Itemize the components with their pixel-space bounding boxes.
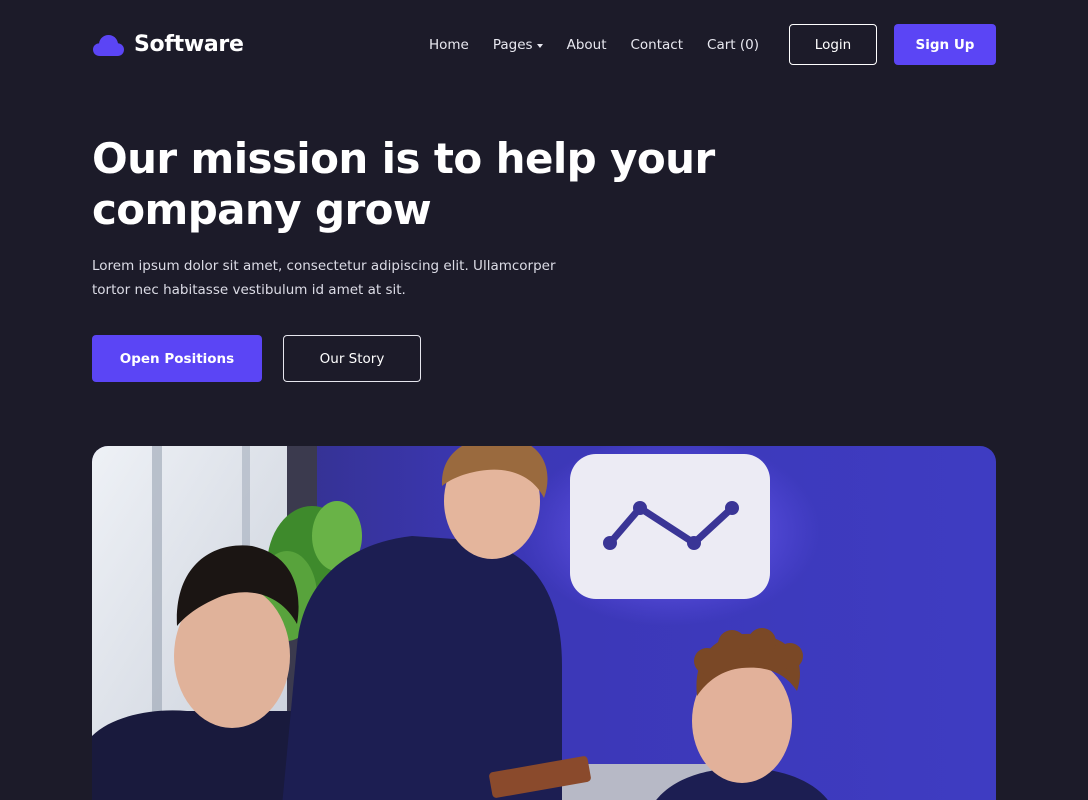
hero-cta-group: Open Positions Our Story — [92, 335, 421, 382]
nav-right: Home Pages About Contact Cart (0) Login … — [429, 24, 996, 65]
hero-description: Lorem ipsum dolor sit amet, consectetur … — [92, 254, 562, 302]
top-navigation: Software Home Pages About Contact Cart (… — [92, 24, 996, 65]
nav-link-about[interactable]: About — [567, 37, 607, 53]
nav-link-cart[interactable]: Cart (0) — [707, 37, 759, 53]
hero-title: Our mission is to help your company grow — [92, 133, 732, 235]
login-button[interactable]: Login — [789, 24, 877, 65]
brand-name: Software — [134, 32, 244, 57]
hero-title-line-2: company grow — [92, 185, 432, 234]
cloud-icon — [92, 33, 125, 57]
hero-description-line-2: tortor nec habitasse vestibulum id amet … — [92, 282, 406, 298]
nav-link-pages[interactable]: Pages — [493, 37, 543, 53]
signup-button[interactable]: Sign Up — [894, 24, 996, 65]
hero-team-photo — [92, 446, 996, 800]
hero-title-line-1: Our mission is to help your — [92, 134, 715, 183]
nav-link-home[interactable]: Home — [429, 37, 469, 53]
open-positions-button[interactable]: Open Positions — [92, 335, 262, 382]
brand-logo[interactable]: Software — [92, 32, 244, 57]
nav-link-pages-label: Pages — [492, 36, 533, 53]
nav-links: Home Pages About Contact Cart (0) — [429, 37, 759, 53]
nav-link-contact[interactable]: Contact — [631, 37, 684, 53]
our-story-button[interactable]: Our Story — [283, 335, 421, 382]
hero-description-line-1: Lorem ipsum dolor sit amet, consectetur … — [92, 258, 556, 274]
caret-down-icon — [536, 43, 543, 48]
